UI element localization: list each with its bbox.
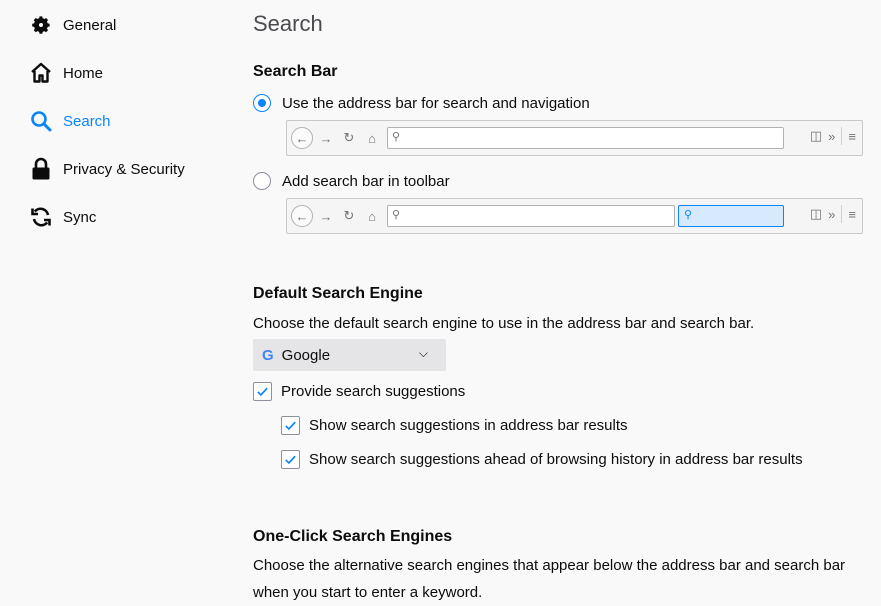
radio-address-bar-row[interactable]: Use the address bar for search and navig… bbox=[253, 94, 590, 112]
provide-suggestions-row[interactable]: Provide search suggestions bbox=[253, 382, 465, 401]
overflow-chevron-icon: » bbox=[828, 206, 836, 222]
menu-icon: ≡ bbox=[848, 206, 856, 222]
menu-icon: ≡ bbox=[848, 128, 856, 144]
google-icon: G bbox=[262, 346, 274, 364]
sidebar-item-home[interactable]: Home bbox=[28, 55, 218, 91]
suggestions-ahead-of-history-checkbox[interactable] bbox=[281, 450, 300, 469]
chevron-down-icon: ⌵ bbox=[418, 346, 428, 360]
sidebar-item-label: Search bbox=[63, 112, 111, 130]
default-engine-description: Choose the default search engine to use … bbox=[253, 315, 755, 332]
lock-icon bbox=[28, 156, 54, 182]
radio-search-toolbar[interactable] bbox=[253, 172, 271, 190]
sidebar-toggle-icon: ◫ bbox=[809, 206, 823, 221]
toolbar-preview-with-search-bar: ← → ↻ ⌂ ⚲ ⚲ ◫ » ≡ bbox=[286, 198, 863, 234]
gear-icon bbox=[28, 12, 54, 38]
overflow-chevron-icon: » bbox=[828, 128, 836, 144]
back-arrow-icon: ← bbox=[291, 205, 313, 227]
sidebar-item-general[interactable]: General bbox=[28, 7, 218, 43]
search-icon: ⚲ bbox=[392, 209, 401, 221]
forward-arrow-icon: → bbox=[319, 130, 333, 146]
sidebar-item-sync[interactable]: Sync bbox=[28, 199, 218, 235]
address-bar-suggestions-row[interactable]: Show search suggestions in address bar r… bbox=[281, 416, 628, 435]
reload-icon: ↻ bbox=[343, 208, 355, 223]
radio-address-bar[interactable] bbox=[253, 94, 271, 112]
sync-icon bbox=[28, 204, 54, 230]
one-click-heading: One-Click Search Engines bbox=[253, 528, 453, 545]
search-bar-preview: ⚲ bbox=[678, 205, 784, 227]
category-sidebar: General Home Search Privacy & Security S… bbox=[0, 0, 230, 606]
search-icon: ⚲ bbox=[684, 209, 693, 221]
radio-search-toolbar-row[interactable]: Add search bar in toolbar bbox=[253, 172, 450, 190]
sidebar-item-search[interactable]: Search bbox=[28, 103, 218, 139]
search-icon bbox=[28, 108, 54, 134]
divider bbox=[841, 205, 843, 223]
radio-address-bar-label[interactable]: Use the address bar for search and navig… bbox=[282, 95, 590, 112]
one-click-description-line1: Choose the alternative search engines th… bbox=[253, 557, 846, 574]
suggestions-ahead-of-history-label[interactable]: Show search suggestions ahead of browsin… bbox=[309, 451, 803, 468]
home-icon bbox=[28, 60, 54, 86]
provide-suggestions-label[interactable]: Provide search suggestions bbox=[281, 383, 465, 400]
toolbar-preview-address-only: ← → ↻ ⌂ ⚲ ◫ » ≡ bbox=[286, 120, 863, 156]
page-title: Search bbox=[253, 11, 323, 36]
one-click-description-line2: when you start to enter a keyword. bbox=[253, 584, 483, 601]
radio-search-toolbar-label[interactable]: Add search bar in toolbar bbox=[282, 173, 450, 190]
provide-suggestions-checkbox[interactable] bbox=[253, 382, 272, 401]
suggestions-ahead-of-history-row[interactable]: Show search suggestions ahead of browsin… bbox=[281, 450, 803, 469]
address-bar-suggestions-checkbox[interactable] bbox=[281, 416, 300, 435]
forward-arrow-icon: → bbox=[319, 208, 333, 224]
url-bar-preview: ⚲ bbox=[387, 205, 675, 227]
search-preferences-pane: Search Search Bar Use the address bar fo… bbox=[253, 0, 873, 606]
back-arrow-icon: ← bbox=[291, 127, 313, 149]
search-bar-heading: Search Bar bbox=[253, 63, 338, 80]
sidebar-item-label: Home bbox=[63, 64, 104, 82]
home-icon: ⌂ bbox=[368, 130, 376, 146]
default-engine-dropdown[interactable]: G Google ⌵ bbox=[253, 339, 446, 371]
default-engine-heading: Default Search Engine bbox=[253, 285, 423, 302]
search-icon: ⚲ bbox=[392, 131, 401, 143]
sidebar-item-privacy[interactable]: Privacy & Security bbox=[28, 151, 218, 187]
sidebar-item-label: Privacy & Security bbox=[63, 160, 185, 178]
reload-icon: ↻ bbox=[343, 130, 355, 145]
sidebar-item-label: General bbox=[63, 16, 117, 34]
divider bbox=[841, 127, 843, 145]
default-engine-value: Google bbox=[281, 346, 331, 364]
address-bar-suggestions-label[interactable]: Show search suggestions in address bar r… bbox=[309, 417, 628, 434]
url-bar-preview: ⚲ bbox=[387, 127, 784, 149]
sidebar-item-label: Sync bbox=[63, 208, 97, 226]
sidebar-toggle-icon: ◫ bbox=[809, 128, 823, 143]
home-icon: ⌂ bbox=[368, 208, 376, 224]
